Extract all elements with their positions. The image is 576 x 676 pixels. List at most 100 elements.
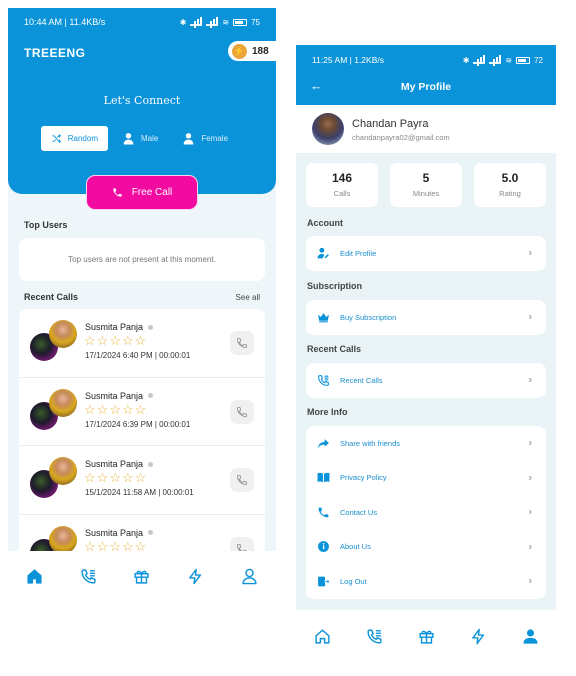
top-users-title: Top Users xyxy=(24,220,68,230)
shuffle-icon xyxy=(52,134,62,143)
phone-icon xyxy=(237,475,247,485)
chevron-right-icon: › xyxy=(528,472,532,484)
star-icon[interactable]: ☆ xyxy=(97,403,109,416)
bottom-nav xyxy=(296,610,556,669)
menu-item-buy-subscription[interactable]: Buy Subscription › xyxy=(306,300,546,335)
profile-name: Chandan Payra xyxy=(352,118,429,130)
stat-rating: 5.0 Rating xyxy=(474,163,546,207)
star-icon[interactable]: ☆ xyxy=(122,403,134,416)
star-icon[interactable]: ☆ xyxy=(122,334,134,347)
avatar xyxy=(312,113,344,145)
gift-icon xyxy=(418,630,434,644)
filter-female-button[interactable]: Female xyxy=(172,126,238,151)
avatar xyxy=(49,457,77,485)
stat-label: Calls xyxy=(333,189,351,198)
status-dot-icon xyxy=(148,324,154,330)
profile-card[interactable]: Chandan Payra chandanpayra02@gmail.com xyxy=(296,105,556,153)
rating-stars: ☆ ☆ ☆ ☆ ☆ xyxy=(84,334,146,347)
star-icon[interactable]: ☆ xyxy=(109,403,121,416)
signal-icon xyxy=(190,16,203,26)
status-time: 10:44 AM | 11.4KB/s xyxy=(24,17,106,27)
phone-icon xyxy=(237,406,247,417)
filter-label: Male xyxy=(141,134,159,143)
caller-name: Susmita Panja xyxy=(85,527,144,538)
star-icon[interactable]: ☆ xyxy=(135,471,147,484)
app-brand: TREEENG xyxy=(24,46,86,60)
call-back-button[interactable] xyxy=(230,468,254,492)
call-list-item[interactable]: Susmita Panja ☆ ☆ ☆ ☆ ☆ 15/1/2024 11:58 AM |… xyxy=(19,446,265,515)
menu-item-about-us[interactable]: About Us › xyxy=(306,530,546,565)
bottom-nav xyxy=(8,551,276,606)
status-dot-icon xyxy=(148,530,154,535)
stat-calls: 146 Calls xyxy=(306,163,378,207)
nav-call-log-icon[interactable] xyxy=(79,567,97,585)
nav-gift-icon[interactable] xyxy=(417,627,435,645)
wifi-icon: ≋ xyxy=(505,55,513,65)
coin-balance[interactable]: ⚡ 188 xyxy=(228,41,276,61)
nav-bolt-icon[interactable] xyxy=(469,627,487,645)
subscription-card: Buy Subscription › xyxy=(306,300,546,335)
avatar xyxy=(49,388,77,417)
bolt-icon xyxy=(471,628,484,644)
phone-icon xyxy=(237,338,247,348)
filter-random-button[interactable]: Random xyxy=(41,126,108,151)
call-list-item[interactable]: Susmita Panja ☆ ☆ ☆ ☆ ☆ 17/1/2024 6:40 PM | … xyxy=(19,309,265,378)
stat-label: Rating xyxy=(499,189,521,198)
nav-home-icon[interactable] xyxy=(26,567,44,585)
star-icon[interactable]: ☆ xyxy=(109,334,121,347)
filter-male-button[interactable]: Male xyxy=(112,126,168,151)
book-icon xyxy=(317,473,329,483)
see-all-link[interactable]: See all xyxy=(236,293,260,302)
nav-home-icon[interactable] xyxy=(313,627,331,645)
menu-item-edit-profile[interactable]: Edit Profile › xyxy=(306,236,546,271)
hero-banner: 10:44 AM | 11.4KB/s ✱ ≋ 75 TREEENG ⚡ 188… xyxy=(8,8,276,194)
battery-icon xyxy=(233,18,248,26)
caller-name-row: Susmita Panja xyxy=(85,391,154,401)
nav-call-log-icon[interactable] xyxy=(365,627,383,645)
star-icon[interactable]: ☆ xyxy=(84,334,96,347)
call-back-button[interactable] xyxy=(230,331,254,355)
user-icon xyxy=(242,568,257,584)
nav-gift-icon[interactable] xyxy=(133,567,151,585)
star-icon[interactable]: ☆ xyxy=(135,403,147,416)
crown-icon xyxy=(317,312,329,323)
menu-item-log-out[interactable]: Log Out › xyxy=(306,564,546,599)
call-list-item[interactable]: Susmita Panja ☆ ☆ ☆ ☆ ☆ 17/1/2024 6:39 PM | … xyxy=(19,378,265,446)
nav-user-icon[interactable] xyxy=(521,627,539,645)
menu-item-share-with-friends[interactable]: Share with friends › xyxy=(306,426,546,461)
battery-level: 72 xyxy=(534,55,543,65)
menu-item-recent-calls[interactable]: Recent Calls › xyxy=(306,363,546,398)
profile-screen: 11:25 AM | 1.2KB/s ✱ ≋ 72 ← My Profile C… xyxy=(296,45,556,669)
star-icon[interactable]: ☆ xyxy=(97,334,109,347)
menu-item-label: Log Out xyxy=(340,576,367,586)
section-account-title: Account xyxy=(307,218,343,228)
bolt-icon xyxy=(189,568,202,584)
free-call-button[interactable]: Free Call xyxy=(86,175,198,210)
chevron-right-icon: › xyxy=(528,575,532,587)
avatar xyxy=(49,525,77,554)
status-icons: ✱ ≋ 75 xyxy=(180,16,260,27)
status-bar: 11:25 AM | 1.2KB/s ✱ ≋ 72 xyxy=(296,45,556,75)
call-back-button[interactable] xyxy=(230,399,254,424)
menu-item-privacy-policy[interactable]: Privacy Policy › xyxy=(306,461,546,496)
logout-icon-wrap xyxy=(316,574,330,588)
top-users-empty: Top users are not present at this moment… xyxy=(19,238,265,281)
edit-user-icon xyxy=(317,247,329,259)
star-icon[interactable]: ☆ xyxy=(84,403,96,416)
home-icon xyxy=(314,628,330,644)
nav-user-icon[interactable] xyxy=(240,567,258,585)
star-icon[interactable]: ☆ xyxy=(97,471,109,484)
wifi-icon: ≋ xyxy=(222,17,230,27)
status-dot-icon xyxy=(148,393,154,398)
star-icon[interactable]: ☆ xyxy=(135,334,147,347)
star-icon[interactable]: ☆ xyxy=(122,471,134,484)
star-icon[interactable]: ☆ xyxy=(109,471,121,484)
star-icon[interactable]: ☆ xyxy=(84,471,96,484)
menu-item-contact-us[interactable]: Contact Us › xyxy=(306,495,546,530)
battery-level: 75 xyxy=(251,17,260,27)
call-log-icon xyxy=(366,628,382,644)
home-screen: 10:44 AM | 11.4KB/s ✱ ≋ 75 TREEENG ⚡ 188… xyxy=(8,8,276,606)
menu-item-label: Buy Subscription xyxy=(340,312,397,322)
caller-name: Susmita Panja xyxy=(85,322,144,332)
nav-bolt-icon[interactable] xyxy=(187,567,205,585)
